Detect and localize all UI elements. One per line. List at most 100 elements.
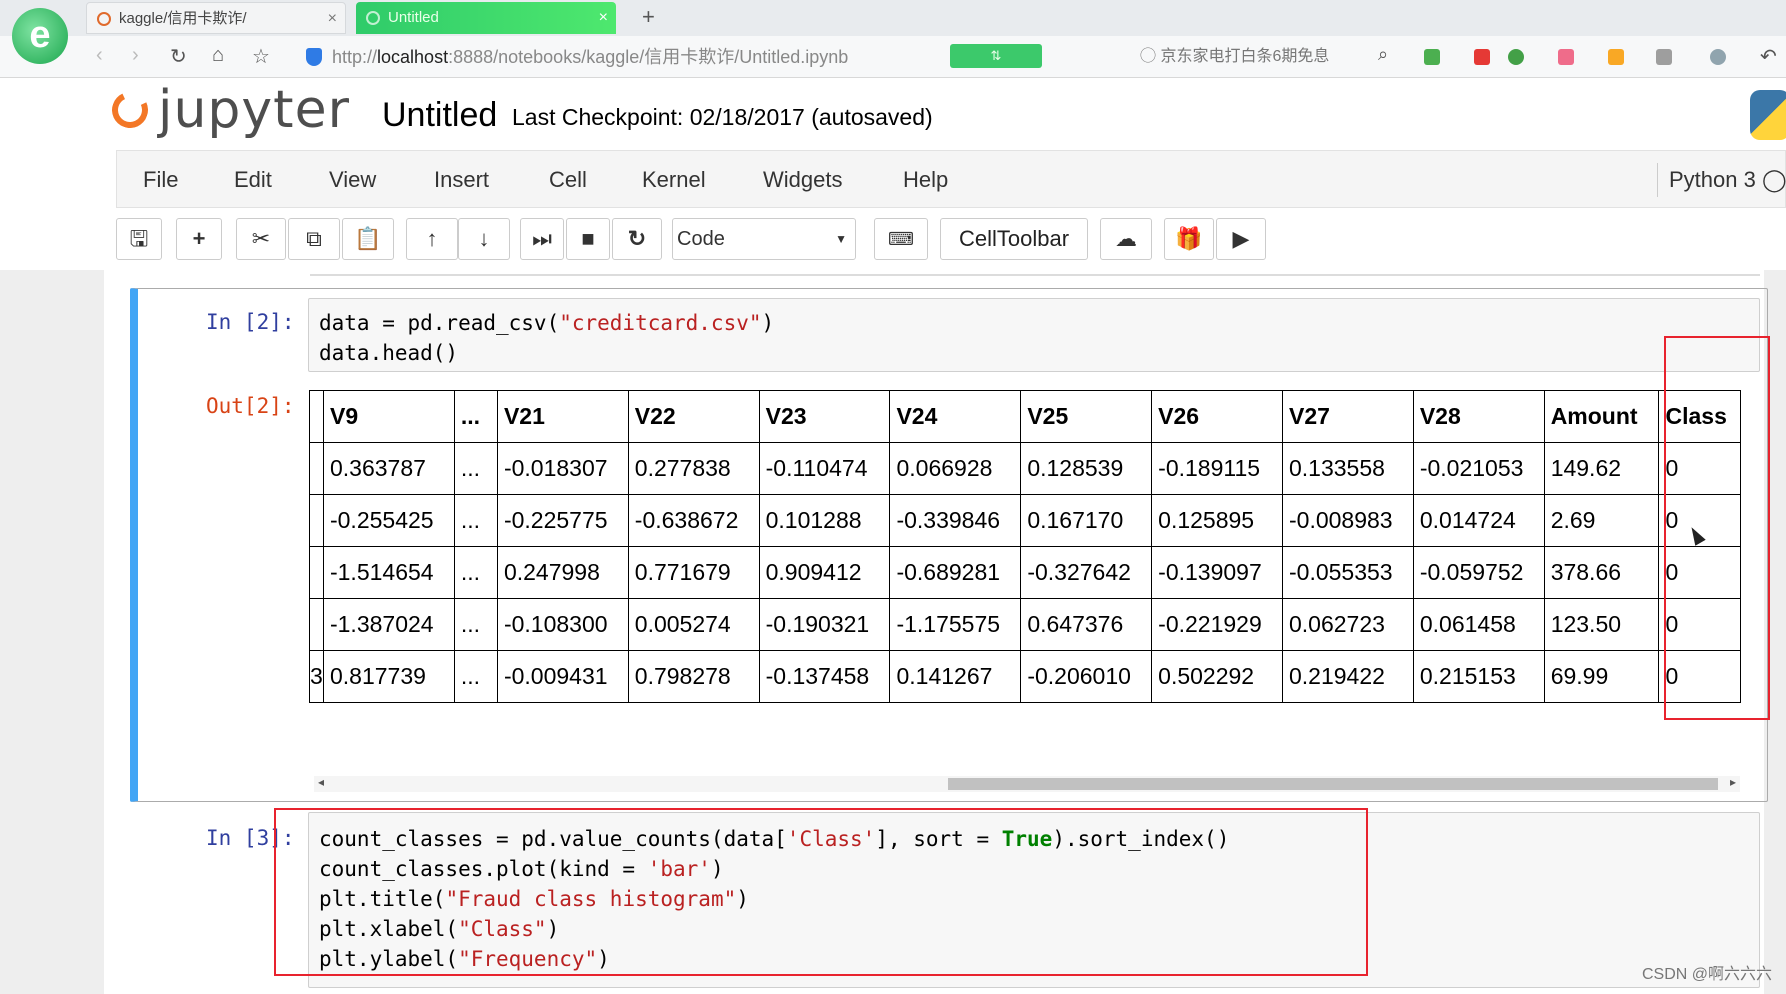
extension-zoom-icon[interactable] bbox=[1710, 49, 1726, 65]
table-cell: 0.247998 bbox=[496, 546, 629, 599]
tab-label: Untitled bbox=[388, 9, 439, 26]
cell-type-select[interactable]: Code ▼ bbox=[672, 218, 856, 260]
column-header: V25 bbox=[1020, 390, 1153, 443]
menu-insert[interactable]: Insert bbox=[434, 167, 489, 193]
table-cell: 0.101288 bbox=[758, 494, 891, 547]
extension-folder-icon[interactable] bbox=[1608, 49, 1624, 65]
reload-icon[interactable]: ↻ bbox=[170, 44, 187, 69]
video-button[interactable]: ▶ bbox=[1216, 218, 1266, 260]
table-cell: 0.771679 bbox=[627, 546, 760, 599]
table-cell: -0.327642 bbox=[1020, 546, 1153, 599]
bookmark-star-icon[interactable]: ☆ bbox=[252, 44, 270, 69]
interrupt-button[interactable]: ■ bbox=[566, 218, 610, 260]
menu-help[interactable]: Help bbox=[903, 167, 948, 193]
move-down-button[interactable]: ↓ bbox=[458, 218, 510, 260]
tab-kaggle[interactable]: kaggle/信用卡欺诈/ × bbox=[86, 2, 346, 34]
row-index bbox=[309, 546, 324, 599]
save-icon: 🖫 bbox=[129, 226, 149, 251]
column-header: V27 bbox=[1282, 390, 1414, 443]
extension-translate-icon[interactable] bbox=[1558, 49, 1574, 65]
column-header: V9 bbox=[322, 390, 455, 443]
table-cell: 123.50 bbox=[1543, 598, 1660, 651]
search-hint[interactable]: ◯ 京东家电打白条6期免息 bbox=[1140, 44, 1329, 70]
upload-button[interactable]: ☁ bbox=[1100, 218, 1152, 260]
dataframe-table: V9 ... V21 V22 V23 V24 V25 V26 V27 V28 A… bbox=[309, 390, 1741, 703]
menu-edit[interactable]: Edit bbox=[234, 167, 272, 193]
table-cell: 0.125895 bbox=[1151, 494, 1283, 547]
horizontal-scrollbar[interactable]: ◂ ▸ bbox=[314, 775, 1740, 792]
table-cell: -0.137458 bbox=[758, 650, 891, 703]
home-icon[interactable]: ⌂ bbox=[212, 44, 224, 67]
menu-file[interactable]: File bbox=[143, 167, 178, 193]
input-prompt: In [2]: bbox=[206, 310, 295, 334]
tab-untitled[interactable]: Untitled × bbox=[356, 2, 616, 34]
extension-shield-icon[interactable] bbox=[1508, 49, 1524, 65]
notebook-title[interactable]: Untitled bbox=[382, 96, 497, 135]
close-tab-icon[interactable]: × bbox=[328, 3, 337, 33]
new-tab-button[interactable]: + bbox=[642, 4, 655, 30]
scroll-right-icon[interactable]: ▸ bbox=[1730, 775, 1736, 789]
menu-widgets[interactable]: Widgets bbox=[763, 167, 842, 193]
table-cell: 0.277838 bbox=[627, 442, 760, 495]
column-header: V28 bbox=[1412, 390, 1545, 443]
move-up-button[interactable]: ↑ bbox=[406, 218, 458, 260]
insert-cell-button[interactable]: + bbox=[176, 218, 222, 260]
speed-mode-badge[interactable]: ⇅ bbox=[950, 44, 1042, 68]
index-header bbox=[309, 390, 324, 443]
extension-screenshot-icon[interactable] bbox=[1656, 49, 1672, 65]
forward-icon[interactable]: › bbox=[132, 44, 139, 67]
scroll-left-icon[interactable]: ◂ bbox=[318, 775, 324, 789]
save-button[interactable]: 🖫 bbox=[116, 218, 162, 260]
table-cell: 69.99 bbox=[1543, 650, 1660, 703]
table-cell: -0.190321 bbox=[758, 598, 891, 651]
dataframe-output: V9 ... V21 V22 V23 V24 V25 V26 V27 V28 A… bbox=[309, 390, 1741, 706]
close-tab-icon[interactable]: × bbox=[599, 2, 608, 34]
table-cell: 0.167170 bbox=[1020, 494, 1153, 547]
scrollbar-thumb[interactable] bbox=[948, 778, 1718, 790]
table-cell: -0.255425 bbox=[322, 494, 455, 547]
jupyter-favicon-icon bbox=[97, 12, 111, 26]
table-cell: -0.055353 bbox=[1282, 546, 1414, 599]
gift-button[interactable]: 🎁 bbox=[1164, 218, 1214, 260]
run-button[interactable]: ⏭ bbox=[520, 218, 564, 260]
menu-cell[interactable]: Cell bbox=[549, 167, 587, 193]
gift-icon: 🎁 bbox=[1175, 226, 1203, 251]
table-cell: -0.221929 bbox=[1151, 598, 1283, 651]
table-row: 0.363787... -0.018307 0.277838 -0.110474 0.0… bbox=[309, 442, 1741, 495]
table-cell: -0.108300 bbox=[496, 598, 629, 651]
table-cell: ... bbox=[453, 442, 498, 495]
code-text: data = pd.read_csv( bbox=[319, 311, 560, 335]
extension-grid-icon[interactable] bbox=[1424, 49, 1440, 65]
row-index bbox=[309, 598, 324, 651]
table-cell: 149.62 bbox=[1543, 442, 1660, 495]
extension-red-icon[interactable] bbox=[1474, 49, 1490, 65]
code-line: data = pd.read_csv("creditcard.csv") bbox=[319, 311, 774, 335]
column-header: V23 bbox=[758, 390, 891, 443]
celltoolbar-button[interactable]: CellToolbar bbox=[940, 218, 1088, 260]
back-icon[interactable]: ‹ bbox=[96, 44, 103, 67]
restart-button[interactable]: ↻ bbox=[612, 218, 662, 260]
cut-button[interactable]: ✂ bbox=[236, 218, 286, 260]
undo-icon[interactable]: ↶ bbox=[1760, 44, 1777, 69]
command-palette-button[interactable]: ⌨ bbox=[874, 218, 928, 260]
table-cell: -1.387024 bbox=[322, 598, 455, 651]
search-icon[interactable]: ⌕ bbox=[1378, 44, 1388, 65]
menu-kernel[interactable]: Kernel bbox=[642, 167, 706, 193]
code-text: ) bbox=[761, 311, 775, 335]
stop-icon: ■ bbox=[581, 226, 595, 251]
table-cell: -0.021053 bbox=[1412, 442, 1545, 495]
copy-button[interactable]: ⧉ bbox=[288, 218, 340, 260]
run-icon: ⏭ bbox=[532, 226, 552, 251]
jupyter-logo-text[interactable]: jupyter bbox=[158, 80, 350, 140]
copy-icon: ⧉ bbox=[306, 226, 322, 251]
cut-icon: ✂ bbox=[251, 226, 271, 251]
browser-logo-icon[interactable]: e bbox=[12, 8, 68, 64]
code-input-area[interactable]: data = pd.read_csv("creditcard.csv") dat… bbox=[308, 298, 1760, 372]
url-field[interactable]: http://localhost:8888/notebooks/kaggle/信… bbox=[306, 44, 926, 70]
table-cell: 0.817739 bbox=[322, 650, 455, 703]
table-cell: ... bbox=[453, 546, 498, 599]
paste-button[interactable]: 📋 bbox=[342, 218, 394, 260]
menu-view[interactable]: View bbox=[329, 167, 376, 193]
table-cell: 0.133558 bbox=[1282, 442, 1414, 495]
table-cell: -0.009431 bbox=[496, 650, 629, 703]
